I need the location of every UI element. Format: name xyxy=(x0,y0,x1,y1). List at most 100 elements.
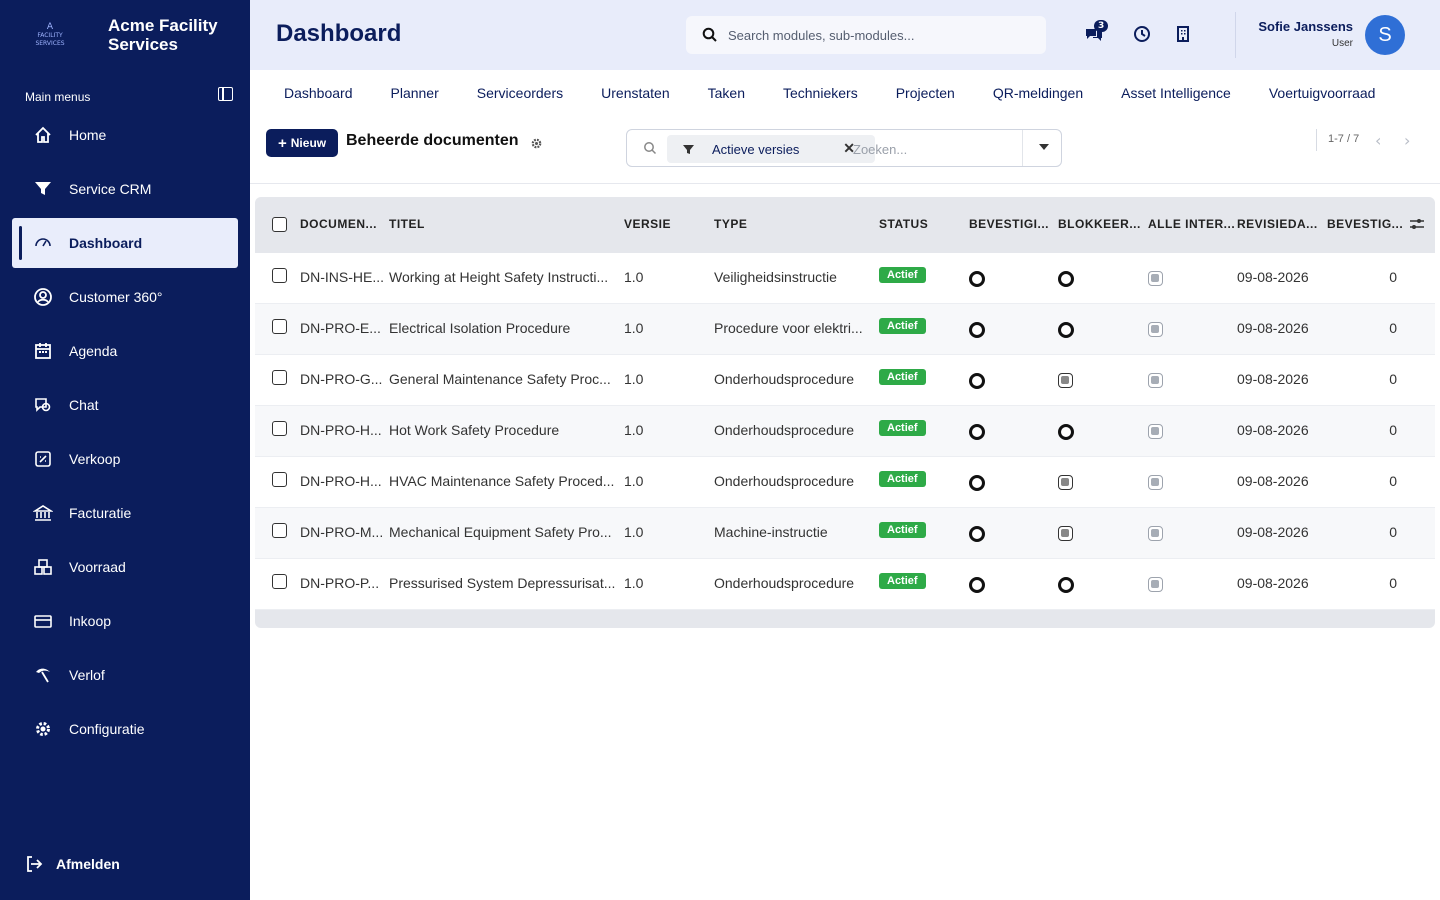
section-title: Beheerde documenten xyxy=(346,132,519,149)
tab-asset-intelligence[interactable]: Asset Intelligence xyxy=(1121,85,1231,101)
cell-confirmations: 0 xyxy=(1389,473,1397,489)
filter-chip[interactable]: Actieve versies ✕ xyxy=(667,135,875,163)
sidebar-item-inkoop[interactable]: Inkoop xyxy=(12,596,238,646)
table-row[interactable]: DN-PRO-M... Mechanical Equipment Safety P… xyxy=(255,508,1435,559)
tab-qr-meldingen[interactable]: QR-meldingen xyxy=(993,85,1083,101)
row-checkbox[interactable] xyxy=(272,268,287,283)
table-row[interactable]: DN-PRO-P... Pressurised System Depressuri… xyxy=(255,559,1435,610)
table-row[interactable]: DN-PRO-H... HVAC Maintenance Safety Proce… xyxy=(255,457,1435,508)
logout-button[interactable]: Afmelden xyxy=(24,854,120,874)
sidebar-item-configuratie[interactable]: Configuratie xyxy=(12,704,238,754)
search-icon xyxy=(702,27,717,42)
sidebar-item-label: Verlof xyxy=(69,667,105,683)
row-checkbox[interactable] xyxy=(272,523,287,538)
sidebar-item-dashboard[interactable]: Dashboard xyxy=(12,218,238,268)
column-header[interactable]: DOCUMEN... xyxy=(300,217,377,231)
column-header[interactable]: TYPE xyxy=(714,217,747,231)
column-header[interactable]: TITEL xyxy=(389,217,425,231)
cell-revision-date: 09-08-2026 xyxy=(1237,269,1309,285)
sidebar-item-voorraad[interactable]: Voorraad xyxy=(12,542,238,592)
tab-planner[interactable]: Planner xyxy=(391,85,439,101)
blocking-checkbox xyxy=(1058,373,1073,388)
cell-revision-date: 09-08-2026 xyxy=(1237,473,1309,489)
sidebar-item-label: Verkoop xyxy=(69,451,121,467)
table-row[interactable]: DN-PRO-G... General Maintenance Safety Pr… xyxy=(255,355,1435,406)
column-header[interactable]: BEVESTIG... xyxy=(1327,217,1403,231)
sidebar-item-service-crm[interactable]: Service CRM xyxy=(12,164,238,214)
filter-separator xyxy=(1022,130,1023,166)
cell-document-number: DN-PRO-P... xyxy=(300,575,380,591)
row-checkbox[interactable] xyxy=(272,574,287,589)
cell-type: Onderhoudsprocedure xyxy=(714,371,855,387)
sidebar-collapse-icon[interactable] xyxy=(218,87,233,101)
tab-dashboard[interactable]: Dashboard xyxy=(284,85,353,101)
row-checkbox[interactable] xyxy=(272,472,287,487)
brand: A FACILITY SERVICES Acme Facility Servic… xyxy=(0,0,250,70)
tab-urenstaten[interactable]: Urenstaten xyxy=(601,85,669,101)
building-button[interactable] xyxy=(1173,24,1193,44)
pager-next-icon[interactable]: › xyxy=(1404,131,1418,150)
cell-document-number: DN-PRO-H... xyxy=(300,422,382,438)
user-name[interactable]: Sofie Janssens xyxy=(1258,19,1353,34)
global-search[interactable] xyxy=(686,16,1046,54)
building-icon xyxy=(1177,26,1189,42)
tab-voertuigvoorraad[interactable]: Voertuigvoorraad xyxy=(1269,85,1376,101)
filter-chip-label: Actieve versies xyxy=(712,141,800,157)
row-checkbox[interactable] xyxy=(272,421,287,436)
confirmation-required-radio xyxy=(969,526,985,542)
all-internal-checkbox xyxy=(1148,424,1163,439)
sidebar-item-chat[interactable]: Chat xyxy=(12,380,238,430)
cell-title: Pressurised System Depressurisat... xyxy=(389,575,616,591)
sidebar-item-verlof[interactable]: Verlof xyxy=(12,650,238,700)
select-all-checkbox[interactable] xyxy=(272,217,287,232)
column-header[interactable]: REVISIEDA... xyxy=(1237,217,1318,231)
app: A FACILITY SERVICES Acme Facility Servic… xyxy=(0,0,1440,900)
table-row[interactable]: DN-PRO-H... Hot Work Safety Procedure 1.0 O… xyxy=(255,406,1435,457)
home-icon xyxy=(32,124,54,146)
blocking-radio xyxy=(1058,424,1074,440)
topbar: Dashboard 3 Sofie Janssens User S xyxy=(250,0,1440,70)
status-badge: Actief xyxy=(879,522,926,538)
tab-taken[interactable]: Taken xyxy=(708,85,745,101)
table-row[interactable]: DN-INS-HE... Working at Height Safety Ins… xyxy=(255,253,1435,304)
filter-search-box[interactable]: Actieve versies ✕ xyxy=(626,129,1062,167)
chat-notifications-button[interactable]: 3 xyxy=(1084,20,1109,44)
new-document-button[interactable]: + Nieuw xyxy=(266,129,339,157)
table-body: DN-INS-HE... Working at Height Safety Ins… xyxy=(255,253,1435,610)
column-header[interactable]: BLOKKEER... xyxy=(1058,217,1141,231)
sidebar-item-home[interactable]: Home xyxy=(12,110,238,160)
row-checkbox[interactable] xyxy=(272,370,287,385)
column-header[interactable]: BEVESTIGI... xyxy=(969,217,1049,231)
cell-type: Onderhoudsprocedure xyxy=(714,473,855,489)
sidebar-item-label: Voorraad xyxy=(69,559,126,575)
sidebar-item-label: Facturatie xyxy=(69,505,132,521)
cell-version: 1.0 xyxy=(624,524,644,540)
tab-projecten[interactable]: Projecten xyxy=(896,85,955,101)
pager-prev-icon[interactable]: ‹ xyxy=(1375,131,1389,150)
column-settings-icon[interactable] xyxy=(1409,217,1425,231)
cell-document-number: DN-PRO-E... xyxy=(300,320,381,336)
table-row[interactable]: DN-PRO-E... Electrical Isolation Procedur… xyxy=(255,304,1435,355)
module-tabs: Dashboard Planner Serviceorders Urenstaten T… xyxy=(250,70,1440,116)
filter-search-input[interactable] xyxy=(853,138,1023,160)
avatar[interactable]: S xyxy=(1365,15,1405,55)
blocking-radio xyxy=(1058,322,1074,338)
sidebar-item-agenda[interactable]: Agenda xyxy=(12,326,238,376)
tab-serviceorders[interactable]: Serviceorders xyxy=(477,85,563,101)
warehouse-icon xyxy=(32,556,54,578)
history-button[interactable] xyxy=(1132,24,1152,44)
filter-dropdown-icon[interactable] xyxy=(1039,144,1049,150)
sidebar-item-customer-360[interactable]: Customer 360° xyxy=(12,272,238,322)
column-header[interactable]: VERSIE xyxy=(624,217,671,231)
sidebar-item-verkoop[interactable]: Verkoop xyxy=(12,434,238,484)
tab-techniekers[interactable]: Techniekers xyxy=(783,85,858,101)
all-internal-checkbox xyxy=(1148,373,1163,388)
cell-version: 1.0 xyxy=(624,575,644,591)
status-badge: Actief xyxy=(879,471,926,487)
row-checkbox[interactable] xyxy=(272,319,287,334)
section-settings-gear-icon[interactable] xyxy=(530,137,543,150)
global-search-input[interactable] xyxy=(728,27,1028,43)
sidebar-item-facturatie[interactable]: Facturatie xyxy=(12,488,238,538)
column-header[interactable]: ALLE INTER... xyxy=(1148,217,1235,231)
column-header[interactable]: STATUS xyxy=(879,217,928,231)
